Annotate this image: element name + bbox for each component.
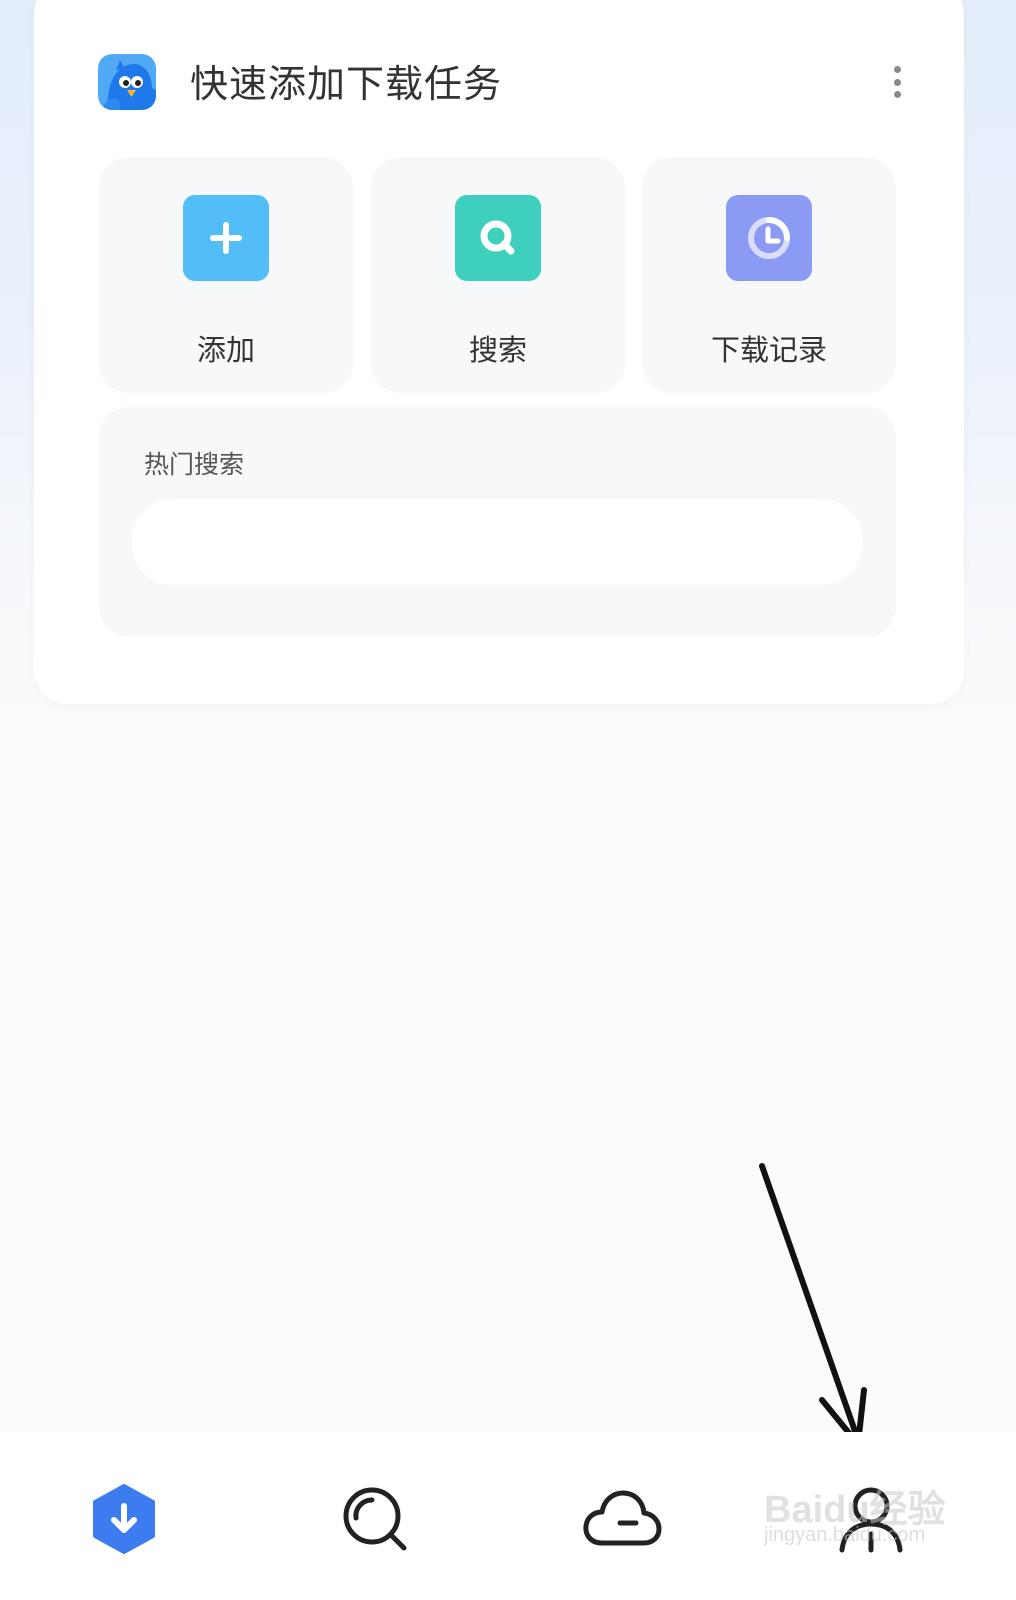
annotation-arrow-icon	[759, 1163, 867, 1447]
search-icon	[455, 195, 541, 281]
add-task-button[interactable]: 添加	[99, 157, 353, 393]
nav-cloud[interactable]	[567, 1464, 677, 1574]
clock-icon	[726, 195, 812, 281]
search-icon	[343, 1487, 407, 1551]
plus-icon	[183, 195, 269, 281]
cloud-icon	[583, 1490, 662, 1546]
download-history-button[interactable]: 下载记录	[642, 157, 896, 393]
more-vertical-icon	[893, 66, 901, 73]
add-task-label: 添加	[196, 333, 255, 367]
hot-search-title: 热门搜索	[144, 450, 245, 479]
card-title: 快速添加下载任务	[190, 62, 503, 106]
search-label: 搜索	[468, 333, 527, 367]
hot-search-list[interactable]	[132, 499, 862, 585]
nav-profile[interactable]	[816, 1464, 926, 1574]
download-history-label: 下载记录	[710, 333, 827, 367]
nav-download[interactable]	[69, 1464, 179, 1574]
search-button[interactable]: 搜索	[371, 157, 625, 393]
bird-logo-icon	[98, 54, 156, 110]
nav-search[interactable]	[320, 1464, 430, 1574]
more-options-button[interactable]	[880, 62, 914, 102]
download-icon	[93, 1484, 155, 1554]
bottom-navigation	[0, 1432, 1016, 1600]
user-icon	[839, 1487, 903, 1553]
hot-search-panel: 热门搜索	[99, 407, 896, 637]
